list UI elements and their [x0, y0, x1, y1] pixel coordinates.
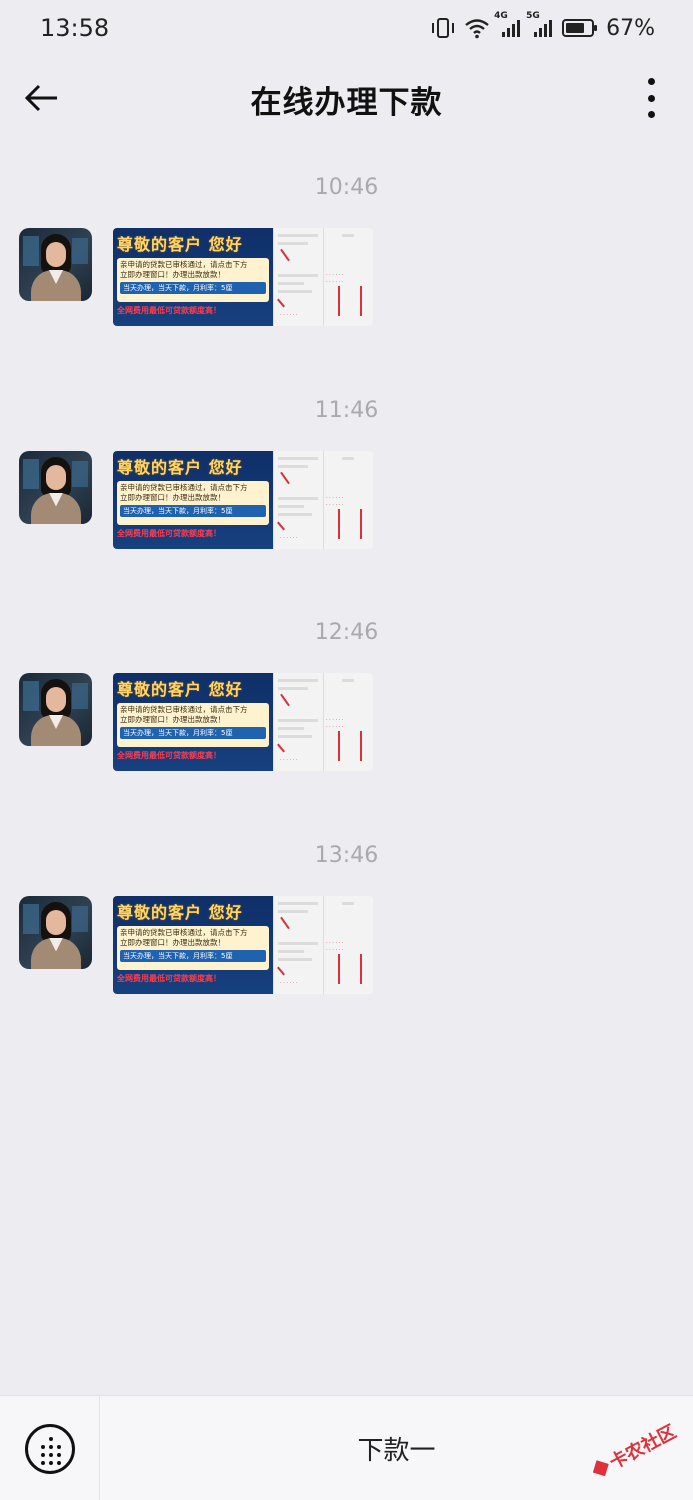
- banner-box: 亲申请的贷款已审核通过，请点击下方 立即办理窗口！办理出款放款！ 当天办理，当天…: [117, 703, 269, 747]
- image-message[interactable]: 尊敬的客户 您好 亲申请的贷款已审核通过，请点击下方 立即办理窗口！办理出款放款…: [113, 450, 373, 549]
- back-arrow-icon: [24, 84, 57, 112]
- banner-line1: 亲申请的贷款已审核通过，请点击下方: [120, 705, 248, 714]
- net-5g-label: 5G: [526, 11, 540, 21]
- more-dot: [647, 78, 655, 85]
- signal-5g: 5G: [526, 11, 554, 39]
- battery-icon: [562, 19, 598, 37]
- more-options-button[interactable]: [639, 78, 663, 118]
- banner-line1: 亲申请的贷款已审核通过，请点击下方: [120, 260, 248, 269]
- battery-percent: 67%: [606, 15, 655, 41]
- keyboard-toggle-icon[interactable]: [24, 1423, 75, 1474]
- banner-line2: 立即办理窗口！办理出款放款！: [120, 937, 225, 947]
- message-timestamp: 11:46: [314, 397, 379, 423]
- avatar[interactable]: [19, 450, 92, 524]
- avatar[interactable]: [19, 895, 92, 969]
- banner-footer: 全网费用最低可贷款额度高！: [117, 528, 221, 538]
- more-dot: [647, 94, 655, 102]
- page-title: 在线办理下款: [250, 84, 443, 121]
- message-group: 13:46 尊敬的客户 您好 亲申请的贷款已审核通过，请点击下方 立即办理窗口！…: [0, 843, 693, 1043]
- message-timestamp: 12:46: [314, 620, 379, 645]
- banner-title: 尊敬的客户 您好: [117, 680, 243, 699]
- net-4g-label: 4G: [494, 11, 508, 21]
- screenshot-thumb: · · · · · · · · · · · ·: [323, 673, 373, 771]
- banner-line1: 亲申请的贷款已审核通过，请点击下方: [120, 482, 248, 492]
- vibrate-icon: [432, 18, 455, 38]
- status-icons: 4G 5G 67%: [430, 11, 655, 41]
- signal-4g: 4G: [494, 11, 522, 39]
- banner-strip: 当天办理，当天下款，月利率：5厘: [120, 282, 266, 294]
- screenshot-thumb: · · · · · ·: [273, 450, 323, 549]
- status-bar: 13:58 4G 5G 67%: [0, 0, 693, 56]
- message-timestamp: 13:46: [314, 842, 379, 868]
- avatar[interactable]: [19, 228, 92, 301]
- banner-footer: 全网费用最低可贷款额度高！: [117, 751, 221, 760]
- image-message[interactable]: 尊敬的客户 您好 亲申请的贷款已审核通过，请点击下方 立即办理窗口！办理出款放款…: [113, 673, 373, 771]
- screenshot-thumb: · · · · · · · · · · · ·: [323, 895, 373, 994]
- keyboard-toggle-zone: [0, 1396, 100, 1500]
- banner-strip: 当天办理，当天下款，月利率：5厘: [120, 727, 266, 739]
- banner-line2: 立即办理窗口！办理出款放款！: [120, 492, 225, 502]
- banner-footer: 全网费用最低可贷款额度高！: [117, 973, 221, 983]
- banner-box: 亲申请的贷款已审核通过，请点击下方 立即办理窗口！办理出款放款！ 当天办理，当天…: [117, 480, 269, 525]
- banner-strip: 当天办理，当天下款，月利率：5厘: [120, 504, 266, 517]
- banner-strip: 当天办理，当天下款，月利率：5厘: [120, 949, 266, 962]
- banner-title: 尊敬的客户 您好: [117, 902, 243, 922]
- banner-title: 尊敬的客户 您好: [117, 457, 243, 477]
- back-button[interactable]: [22, 78, 62, 118]
- banner-line2: 立即办理窗口！办理出款放款！: [120, 715, 225, 724]
- banner-box: 亲申请的贷款已审核通过，请点击下方 立即办理窗口！办理出款放款！ 当天办理，当天…: [117, 258, 269, 302]
- promo-banner: 尊敬的客户 您好 亲申请的贷款已审核通过，请点击下方 立即办理窗口！办理出款放款…: [113, 673, 273, 771]
- screenshot-thumb: · · · · · · · · · · · ·: [323, 228, 373, 326]
- image-message[interactable]: 尊敬的客户 您好 亲申请的贷款已审核通过，请点击下方 立即办理窗口！办理出款放款…: [113, 228, 373, 326]
- header: 在线办理下款: [0, 56, 693, 142]
- banner-title: 尊敬的客户 您好: [117, 235, 243, 254]
- message-group: 10:46 尊敬的客户 您好 亲申请的贷款已审核通过，请点击下方 立即办理窗口！…: [0, 175, 693, 375]
- screenshot-thumb: · · · · · · · · · · · ·: [323, 450, 373, 549]
- screenshot-thumb: · · · · · ·: [273, 895, 323, 994]
- status-time: 13:58: [40, 14, 110, 42]
- wifi-icon: [465, 19, 489, 39]
- banner-footer: 全网费用最低可贷款额度高！: [117, 306, 221, 315]
- banner-line1: 亲申请的贷款已审核通过，请点击下方: [120, 927, 248, 937]
- promo-banner: 尊敬的客户 您好 亲申请的贷款已审核通过，请点击下方 立即办理窗口！办理出款放款…: [113, 228, 273, 326]
- watermark-text: 卡农社区: [606, 1421, 680, 1474]
- banner-line2: 立即办理窗口！办理出款放款！: [120, 270, 225, 279]
- message-group: 12:46 尊敬的客户 您好 亲申请的贷款已审核通过，请点击下方 立即办理窗口！…: [0, 620, 693, 820]
- chat-area[interactable]: 10:46 尊敬的客户 您好 亲申请的贷款已审核通过，请点击下方 立即办理窗口！…: [0, 142, 693, 1395]
- image-message[interactable]: 尊敬的客户 您好 亲申请的贷款已审核通过，请点击下方 立即办理窗口！办理出款放款…: [113, 895, 373, 994]
- message-group: 11:46 尊敬的客户 您好 亲申请的贷款已审核通过，请点击下方 立即办理窗口！…: [0, 398, 693, 598]
- promo-banner: 尊敬的客户 您好 亲申请的贷款已审核通过，请点击下方 立即办理窗口！办理出款放款…: [113, 450, 273, 549]
- more-dot: [647, 111, 655, 118]
- screenshot-thumb: · · · · · ·: [273, 228, 323, 326]
- banner-box: 亲申请的贷款已审核通过，请点击下方 立即办理窗口！办理出款放款！ 当天办理，当天…: [117, 925, 269, 970]
- avatar[interactable]: [19, 673, 92, 746]
- message-timestamp: 10:46: [314, 175, 379, 200]
- bottom-menu-bar: 下款一 卡农社区: [0, 1395, 693, 1500]
- screenshot-thumb: · · · · · ·: [273, 673, 323, 771]
- promo-banner: 尊敬的客户 您好 亲申请的贷款已审核通过，请点击下方 立即办理窗口！办理出款放款…: [113, 895, 273, 994]
